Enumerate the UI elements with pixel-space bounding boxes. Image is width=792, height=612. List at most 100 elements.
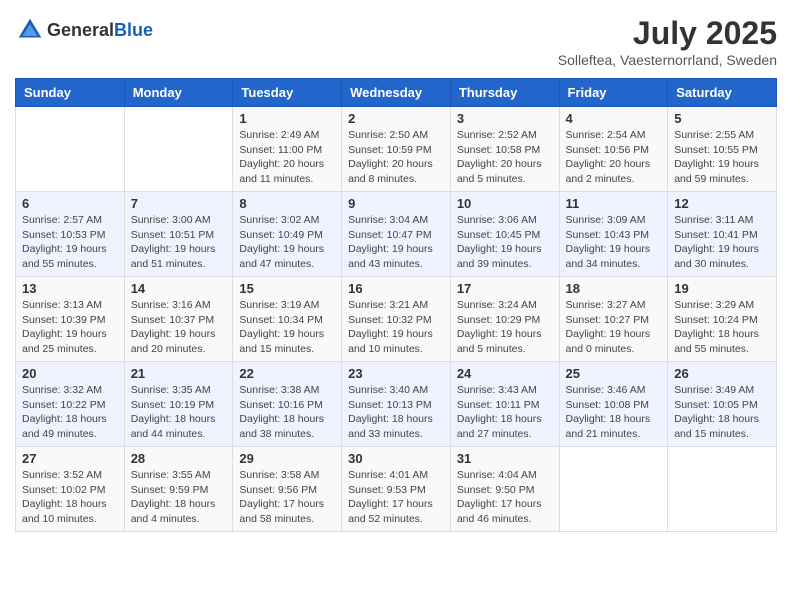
calendar-cell xyxy=(559,447,668,532)
day-info: Sunrise: 2:57 AM Sunset: 10:53 PM Daylig… xyxy=(22,213,118,272)
calendar-cell xyxy=(124,107,233,192)
weekday-header-thursday: Thursday xyxy=(450,79,559,107)
calendar-table: SundayMondayTuesdayWednesdayThursdayFrid… xyxy=(15,78,777,532)
calendar-week-row: 27Sunrise: 3:52 AM Sunset: 10:02 PM Dayl… xyxy=(16,447,777,532)
calendar-cell: 28 Sunrise: 3:55 AM Sunset: 9:59 PM Dayli… xyxy=(124,447,233,532)
day-number: 4 xyxy=(566,111,662,126)
calendar-cell: 11Sunrise: 3:09 AM Sunset: 10:43 PM Dayl… xyxy=(559,192,668,277)
day-number: 1 xyxy=(239,111,335,126)
day-number: 12 xyxy=(674,196,770,211)
day-info: Sunrise: 3:11 AM Sunset: 10:41 PM Daylig… xyxy=(674,213,770,272)
day-number: 25 xyxy=(566,366,662,381)
day-number: 7 xyxy=(131,196,227,211)
calendar-cell: 10 Sunrise: 3:06 AM Sunset: 10:45 PM Dayl… xyxy=(450,192,559,277)
day-info: Sunrise: 2:54 AM Sunset: 10:56 PM Daylig… xyxy=(566,128,662,187)
calendar-cell: 8 Sunrise: 3:02 AM Sunset: 10:49 PM Dayli… xyxy=(233,192,342,277)
month-year-title: July 2025 xyxy=(558,15,777,52)
calendar-cell: 4 Sunrise: 2:54 AM Sunset: 10:56 PM Dayli… xyxy=(559,107,668,192)
calendar-cell: 31Sunrise: 4:04 AM Sunset: 9:50 PM Dayli… xyxy=(450,447,559,532)
calendar-cell: 14Sunrise: 3:16 AM Sunset: 10:37 PM Dayl… xyxy=(124,277,233,362)
calendar-cell: 25 Sunrise: 3:46 AM Sunset: 10:08 PM Dayl… xyxy=(559,362,668,447)
calendar-week-row: 1Sunrise: 2:49 AM Sunset: 11:00 PM Dayli… xyxy=(16,107,777,192)
day-info: Sunrise: 3:19 AM Sunset: 10:34 PM Daylig… xyxy=(239,298,335,357)
day-number: 19 xyxy=(674,281,770,296)
day-number: 28 xyxy=(131,451,227,466)
day-info: Sunrise: 3:43 AM Sunset: 10:11 PM Daylig… xyxy=(457,383,553,442)
weekday-header-monday: Monday xyxy=(124,79,233,107)
day-number: 2 xyxy=(348,111,444,126)
day-info: Sunrise: 2:55 AM Sunset: 10:55 PM Daylig… xyxy=(674,128,770,187)
weekday-header-sunday: Sunday xyxy=(16,79,125,107)
calendar-cell: 12 Sunrise: 3:11 AM Sunset: 10:41 PM Dayl… xyxy=(668,192,777,277)
weekday-header-saturday: Saturday xyxy=(668,79,777,107)
day-number: 15 xyxy=(239,281,335,296)
day-info: Sunrise: 3:38 AM Sunset: 10:16 PM Daylig… xyxy=(239,383,335,442)
day-info: Sunrise: 3:02 AM Sunset: 10:49 PM Daylig… xyxy=(239,213,335,272)
day-info: Sunrise: 3:49 AM Sunset: 10:05 PM Daylig… xyxy=(674,383,770,442)
calendar-cell: 24 Sunrise: 3:43 AM Sunset: 10:11 PM Dayl… xyxy=(450,362,559,447)
logo: GeneralBlue xyxy=(15,15,153,45)
calendar-cell: 1Sunrise: 2:49 AM Sunset: 11:00 PM Dayli… xyxy=(233,107,342,192)
day-number: 16 xyxy=(348,281,444,296)
day-info: Sunrise: 3:46 AM Sunset: 10:08 PM Daylig… xyxy=(566,383,662,442)
calendar-cell: 29Sunrise: 3:58 AM Sunset: 9:56 PM Dayli… xyxy=(233,447,342,532)
day-info: Sunrise: 3:32 AM Sunset: 10:22 PM Daylig… xyxy=(22,383,118,442)
logo-icon xyxy=(15,15,45,45)
day-number: 10 xyxy=(457,196,553,211)
calendar-week-row: 13 Sunrise: 3:13 AM Sunset: 10:39 PM Dayl… xyxy=(16,277,777,362)
day-info: Sunrise: 3:24 AM Sunset: 10:29 PM Daylig… xyxy=(457,298,553,357)
calendar-cell: 5 Sunrise: 2:55 AM Sunset: 10:55 PM Dayli… xyxy=(668,107,777,192)
calendar-cell: 2Sunrise: 2:50 AM Sunset: 10:59 PM Dayli… xyxy=(342,107,451,192)
calendar-cell: 15 Sunrise: 3:19 AM Sunset: 10:34 PM Dayl… xyxy=(233,277,342,362)
calendar-cell xyxy=(16,107,125,192)
day-number: 26 xyxy=(674,366,770,381)
day-number: 24 xyxy=(457,366,553,381)
calendar-cell: 9Sunrise: 3:04 AM Sunset: 10:47 PM Dayli… xyxy=(342,192,451,277)
calendar-cell: 13 Sunrise: 3:13 AM Sunset: 10:39 PM Dayl… xyxy=(16,277,125,362)
day-info: Sunrise: 3:21 AM Sunset: 10:32 PM Daylig… xyxy=(348,298,444,357)
calendar-cell: 7Sunrise: 3:00 AM Sunset: 10:51 PM Dayli… xyxy=(124,192,233,277)
day-info: Sunrise: 4:01 AM Sunset: 9:53 PM Dayligh… xyxy=(348,468,444,527)
day-info: Sunrise: 2:52 AM Sunset: 10:58 PM Daylig… xyxy=(457,128,553,187)
calendar-cell: 18 Sunrise: 3:27 AM Sunset: 10:27 PM Dayl… xyxy=(559,277,668,362)
day-number: 13 xyxy=(22,281,118,296)
calendar-cell: 20 Sunrise: 3:32 AM Sunset: 10:22 PM Dayl… xyxy=(16,362,125,447)
weekday-header-tuesday: Tuesday xyxy=(233,79,342,107)
day-number: 11 xyxy=(566,196,662,211)
calendar-cell: 26 Sunrise: 3:49 AM Sunset: 10:05 PM Dayl… xyxy=(668,362,777,447)
day-info: Sunrise: 4:04 AM Sunset: 9:50 PM Dayligh… xyxy=(457,468,553,527)
calendar-cell: 22Sunrise: 3:38 AM Sunset: 10:16 PM Dayl… xyxy=(233,362,342,447)
day-info: Sunrise: 3:52 AM Sunset: 10:02 PM Daylig… xyxy=(22,468,118,527)
calendar-cell: 21Sunrise: 3:35 AM Sunset: 10:19 PM Dayl… xyxy=(124,362,233,447)
calendar-cell: 17 Sunrise: 3:24 AM Sunset: 10:29 PM Dayl… xyxy=(450,277,559,362)
day-info: Sunrise: 3:35 AM Sunset: 10:19 PM Daylig… xyxy=(131,383,227,442)
day-info: Sunrise: 3:55 AM Sunset: 9:59 PM Dayligh… xyxy=(131,468,227,527)
day-info: Sunrise: 3:27 AM Sunset: 10:27 PM Daylig… xyxy=(566,298,662,357)
day-number: 6 xyxy=(22,196,118,211)
day-number: 5 xyxy=(674,111,770,126)
weekday-header-friday: Friday xyxy=(559,79,668,107)
day-info: Sunrise: 3:04 AM Sunset: 10:47 PM Daylig… xyxy=(348,213,444,272)
day-number: 8 xyxy=(239,196,335,211)
calendar-cell: 27Sunrise: 3:52 AM Sunset: 10:02 PM Dayl… xyxy=(16,447,125,532)
calendar-week-row: 20 Sunrise: 3:32 AM Sunset: 10:22 PM Dayl… xyxy=(16,362,777,447)
day-number: 17 xyxy=(457,281,553,296)
calendar-cell: 30 Sunrise: 4:01 AM Sunset: 9:53 PM Dayli… xyxy=(342,447,451,532)
day-info: Sunrise: 3:29 AM Sunset: 10:24 PM Daylig… xyxy=(674,298,770,357)
day-info: Sunrise: 3:13 AM Sunset: 10:39 PM Daylig… xyxy=(22,298,118,357)
day-number: 30 xyxy=(348,451,444,466)
day-number: 18 xyxy=(566,281,662,296)
day-number: 29 xyxy=(239,451,335,466)
calendar-cell xyxy=(668,447,777,532)
logo-text-blue: Blue xyxy=(114,20,153,40)
logo-text-general: General xyxy=(47,20,114,40)
title-section: July 2025 Solleftea, Vaesternorrland, Sw… xyxy=(558,15,777,68)
day-info: Sunrise: 3:06 AM Sunset: 10:45 PM Daylig… xyxy=(457,213,553,272)
day-number: 3 xyxy=(457,111,553,126)
calendar-cell: 3 Sunrise: 2:52 AM Sunset: 10:58 PM Dayli… xyxy=(450,107,559,192)
day-info: Sunrise: 3:16 AM Sunset: 10:37 PM Daylig… xyxy=(131,298,227,357)
calendar-cell: 19 Sunrise: 3:29 AM Sunset: 10:24 PM Dayl… xyxy=(668,277,777,362)
calendar-cell: 6 Sunrise: 2:57 AM Sunset: 10:53 PM Dayli… xyxy=(16,192,125,277)
day-number: 20 xyxy=(22,366,118,381)
weekday-header-wednesday: Wednesday xyxy=(342,79,451,107)
